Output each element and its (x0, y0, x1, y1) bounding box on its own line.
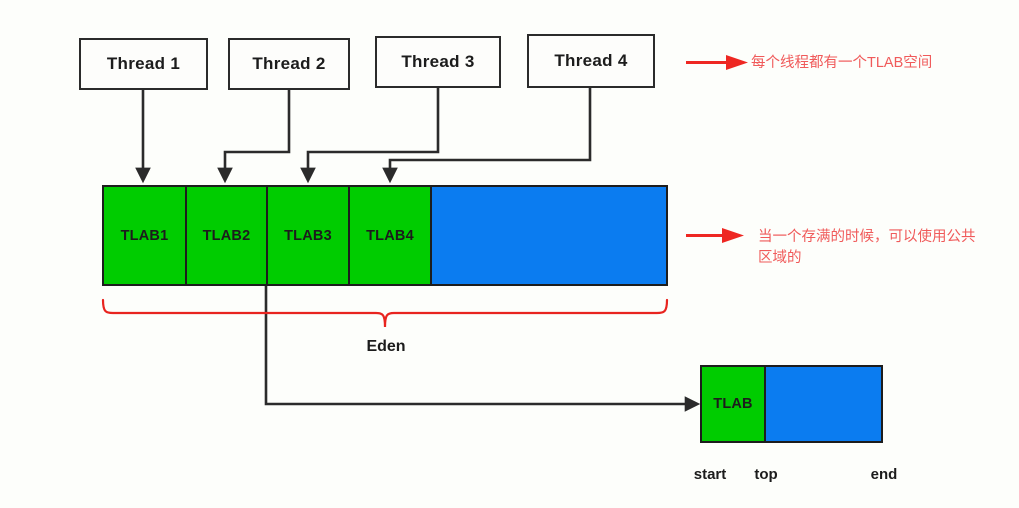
annotation-text-2: 当一个存满的时候，可以使用公共 区域的 (758, 229, 976, 266)
eden-brace (101, 298, 669, 328)
segment-label: TLAB4 (366, 227, 414, 244)
tlab-detail-bar: TLAB (700, 365, 883, 443)
tlab-detail-used[interactable]: TLAB (702, 367, 766, 441)
eden-segment-tlab3[interactable]: TLAB3 (268, 187, 350, 284)
connector-thread3 (300, 88, 440, 184)
annotation-text-1: 每个线程都有一个TLAB空间 (751, 55, 933, 71)
thread-box-1[interactable]: Thread 1 (79, 38, 208, 90)
annotation-arrow-1 (686, 55, 748, 70)
thread-label: Thread 2 (252, 54, 326, 73)
connector-thread2 (217, 90, 291, 184)
thread-box-3[interactable]: Thread 3 (375, 36, 501, 88)
connector-thread4 (382, 88, 592, 184)
eden-memory-bar: TLAB1 TLAB2 TLAB3 TLAB4 (102, 185, 668, 286)
segment-label: TLAB1 (120, 227, 169, 244)
eden-segment-tlab1[interactable]: TLAB1 (104, 187, 187, 284)
thread-label: Thread 4 (554, 51, 628, 70)
eden-label: Eden (366, 338, 406, 355)
annotation-arrow-2 (686, 228, 744, 243)
diagram-canvas: Thread 1 Thread 2 Thread 3 Thread 4 TLAB… (0, 0, 1019, 508)
segment-label: TLAB2 (202, 227, 251, 244)
tlab-detail-free[interactable] (766, 367, 881, 441)
eden-segment-tlab2[interactable]: TLAB2 (187, 187, 268, 284)
thread-box-2[interactable]: Thread 2 (228, 38, 350, 90)
marker-top: top (754, 466, 778, 483)
segment-label: TLAB (713, 396, 753, 412)
thread-label: Thread 1 (106, 54, 181, 73)
segment-label: TLAB3 (284, 227, 332, 244)
eden-segment-shared[interactable] (432, 187, 666, 284)
thread-label: Thread 3 (401, 52, 475, 71)
eden-segment-tlab4[interactable]: TLAB4 (350, 187, 432, 284)
connector-tlab-detail (264, 286, 701, 412)
marker-end: end (870, 466, 898, 483)
thread-box-4[interactable]: Thread 4 (527, 34, 655, 88)
